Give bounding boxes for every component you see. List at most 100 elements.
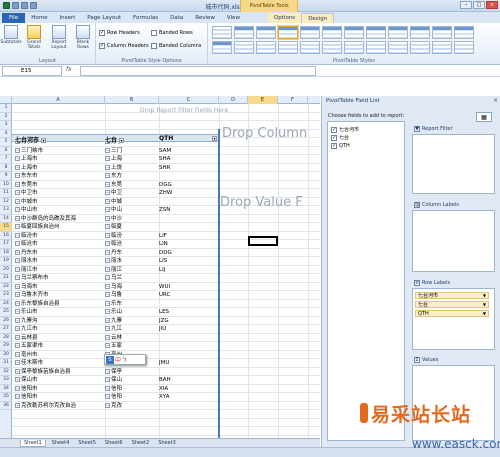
- row-header[interactable]: 19: [0, 257, 12, 266]
- row-header[interactable]: 36: [0, 402, 12, 410]
- style-swatch[interactable]: [366, 41, 386, 54]
- cell-a[interactable]: − 九寨沟: [15, 317, 111, 326]
- close-icon[interactable]: ×: [493, 97, 498, 104]
- dropdown-arrow-icon[interactable]: ▼: [483, 302, 486, 308]
- filter-dropdown-icon[interactable]: ▾: [119, 137, 125, 143]
- cell-b[interactable]: − 上饶: [105, 164, 159, 173]
- tab-home[interactable]: Home: [25, 13, 53, 23]
- cell-a[interactable]: − 临沧市: [15, 240, 111, 249]
- collapse-icon[interactable]: −: [105, 334, 110, 340]
- cell-b[interactable]: − 东莞: [105, 181, 159, 190]
- cell-b[interactable]: − 九江: [105, 325, 159, 334]
- row-header[interactable]: 30: [0, 351, 12, 359]
- cell-c[interactable]: LIS: [159, 257, 219, 266]
- collapse-icon[interactable]: −: [15, 343, 20, 348]
- tab-file[interactable]: File: [2, 13, 26, 23]
- row-header[interactable]: 1: [0, 104, 12, 113]
- collapse-icon[interactable]: −: [105, 147, 110, 153]
- style-swatch[interactable]: [256, 41, 276, 54]
- collapse-icon[interactable]: −: [15, 326, 20, 331]
- cell-a[interactable]: − 信阳市: [15, 393, 111, 402]
- cell-b[interactable]: − 临汾: [105, 232, 159, 241]
- style-swatch[interactable]: [388, 26, 408, 39]
- blank-rows-button[interactable]: Blank Rows: [74, 25, 92, 50]
- collapse-icon[interactable]: −: [105, 317, 110, 323]
- style-swatch[interactable]: [410, 26, 430, 39]
- row-header[interactable]: 5: [0, 138, 12, 147]
- report-filter-area[interactable]: [412, 134, 495, 194]
- row-header[interactable]: 31: [0, 359, 12, 368]
- cell-c[interactable]: DDG: [159, 249, 219, 258]
- collapse-icon[interactable]: −: [15, 232, 20, 238]
- row-headers-checkbox[interactable]: ✓ Row Headers: [99, 29, 140, 37]
- tab-review[interactable]: Review: [189, 13, 221, 23]
- cell-b[interactable]: − 信阳: [105, 385, 159, 394]
- row-header[interactable]: 35: [0, 393, 12, 402]
- cell-b[interactable]: − 信阳: [105, 393, 159, 402]
- column-headers-checkbox[interactable]: ✓ Column Headers: [99, 42, 149, 50]
- cell-b[interactable]: − 临沧: [105, 240, 159, 249]
- row-header[interactable]: 10: [0, 181, 12, 189]
- collapse-icon[interactable]: −: [15, 198, 20, 204]
- cell-b[interactable]: − 丹东: [105, 249, 159, 258]
- style-swatch[interactable]: [234, 26, 254, 39]
- cell-b[interactable]: − 乌鲁: [105, 291, 159, 300]
- field-item[interactable]: ✓ QTH: [331, 142, 350, 149]
- collapse-icon[interactable]: −: [15, 300, 20, 306]
- dropdown-arrow-icon[interactable]: ▼: [483, 293, 486, 299]
- filter-dropdown-icon[interactable]: ▾: [41, 137, 47, 143]
- style-swatch[interactable]: [256, 26, 276, 39]
- row-header[interactable]: 6: [0, 147, 12, 155]
- collapse-icon[interactable]: −: [15, 173, 20, 178]
- collapse-icon[interactable]: −: [105, 232, 110, 238]
- cell-c[interactable]: ZSN: [159, 206, 219, 215]
- collapse-icon[interactable]: −: [15, 164, 20, 170]
- collapse-icon[interactable]: −: [15, 275, 20, 280]
- column-header-c[interactable]: C: [159, 96, 219, 104]
- tab-options[interactable]: Options: [267, 13, 302, 23]
- collapse-icon[interactable]: −: [105, 258, 110, 263]
- collapse-icon[interactable]: −: [15, 190, 20, 195]
- header-cell-b[interactable]: 七台 ▾: [105, 135, 159, 144]
- collapse-icon[interactable]: −: [15, 215, 20, 221]
- layout-options-icon[interactable]: ▦: [476, 112, 492, 122]
- sheet-tab-sheet6[interactable]: Sheet6: [102, 440, 126, 447]
- sheet-tab-sheet5[interactable]: Sheet5: [75, 440, 99, 447]
- cell-b[interactable]: − 乐东: [105, 300, 159, 309]
- cell-c[interactable]: JIU: [159, 325, 219, 334]
- row-header[interactable]: 2: [0, 113, 12, 121]
- cell-b[interactable]: − 东方: [105, 172, 159, 181]
- minimize-button[interactable]: –: [460, 1, 472, 9]
- cell-b[interactable]: − 中山: [105, 206, 159, 215]
- row-field-pill[interactable]: 七台河市 ▼: [415, 292, 489, 299]
- cell-a[interactable]: − 乌海市: [15, 283, 111, 292]
- cell-a[interactable]: − 九江市: [15, 325, 111, 334]
- cell-b[interactable]: − 乌兰: [105, 274, 159, 283]
- cell-b[interactable]: − 保山: [105, 376, 159, 385]
- cell-a[interactable]: − 东莞市: [15, 181, 111, 190]
- tab-insert[interactable]: Insert: [53, 13, 81, 23]
- row-labels-area[interactable]: 七台河市 ▼ 七台 ▼ QTH ▼: [412, 288, 495, 350]
- collapse-icon[interactable]: −: [15, 309, 20, 314]
- cell-b[interactable]: − 临夏: [105, 223, 159, 232]
- column-header-d[interactable]: D: [219, 96, 248, 104]
- cell-b[interactable]: − 乐山: [105, 308, 159, 317]
- column-header-e[interactable]: E: [248, 96, 278, 104]
- collapse-icon[interactable]: −: [105, 309, 110, 314]
- maximize-button[interactable]: □: [473, 1, 485, 9]
- collapse-icon[interactable]: −: [105, 292, 110, 297]
- sheet-tab-sheet4[interactable]: Sheet4: [49, 440, 73, 447]
- row-header[interactable]: 15: [0, 223, 12, 232]
- ime-toolbar[interactable]: S 中 ㄅ: [104, 354, 146, 365]
- collapse-icon[interactable]: −: [15, 402, 20, 408]
- cell-a[interactable]: − 丹东市: [15, 249, 111, 258]
- collapse-icon[interactable]: −: [105, 164, 110, 170]
- row-header[interactable]: 34: [0, 385, 12, 393]
- banded-rows-checkbox[interactable]: Banded Rows: [151, 29, 193, 37]
- cell-c[interactable]: URC: [159, 291, 219, 300]
- cell-a[interactable]: − 云林县: [15, 334, 111, 343]
- sheet-tab-sheet2[interactable]: Sheet2: [129, 440, 153, 447]
- style-swatch[interactable]: [344, 26, 364, 39]
- style-swatch[interactable]: [300, 26, 320, 39]
- collapse-icon[interactable]: −: [105, 224, 110, 229]
